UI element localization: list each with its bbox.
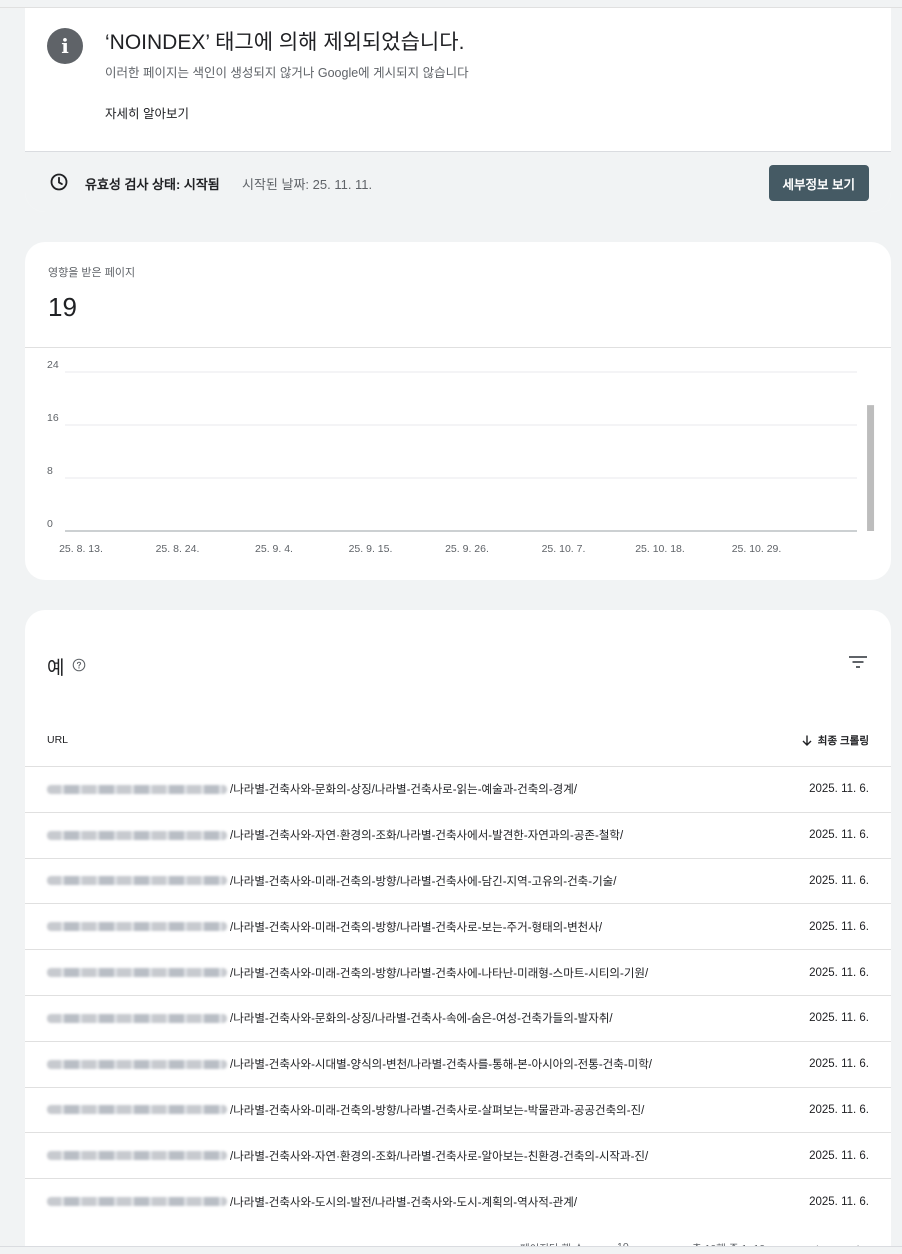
table-row[interactable]: /나라별-건축사와-미래-건축의-방향/나라별-건축사로-보는-주거-형태의-변…	[25, 903, 891, 949]
x-tick-label: 25. 10. 18.	[635, 543, 685, 555]
last-crawl-date: 2025. 11. 6.	[809, 1012, 869, 1025]
chart-bar	[867, 405, 875, 531]
x-tick-label: 25. 10. 7.	[542, 543, 586, 555]
examples-title: 예	[47, 658, 65, 679]
last-crawl-date: 2025. 11. 6.	[809, 920, 869, 933]
last-crawl-date: 2025. 11. 6.	[809, 783, 869, 796]
issue-card: i ‘NOINDEX’ 태그에 의해 제외되었습니다. 이러한 페이지는 색인이…	[25, 8, 891, 212]
issue-title: ‘NOINDEX’ 태그에 의해 제외되었습니다.	[105, 31, 465, 54]
redacted-domain	[47, 968, 227, 978]
x-tick-label: 25. 9. 26.	[445, 543, 489, 555]
affected-pages-label: 영향을 받은 페이지	[48, 267, 136, 279]
x-tick-label: 25. 9. 4.	[255, 543, 293, 555]
arrow-down-icon	[802, 735, 812, 746]
y-tick-label: 16	[47, 412, 59, 424]
chart-card: 영향을 받은 페이지 19 0 8 16 24 25. 8. 13. 25. 8. 24.…	[25, 242, 891, 580]
url-path: /나라별-건축사와-문화의-상징/나라별-건축사로-읽는-예술과-건축의-경계/	[230, 784, 578, 797]
x-tick-label: 25. 8. 13.	[59, 543, 103, 555]
validation-status: 유효성 검사 상태: 시작됨	[85, 177, 220, 192]
y-tick-label: 0	[47, 518, 53, 530]
redacted-domain	[47, 830, 227, 840]
redacted-domain	[47, 876, 227, 886]
redacted-domain	[47, 784, 227, 794]
examples-card: 예 URL 최종 크롤링 /나라별-건축사와-문화의-상징/나라별-건축사로-읽…	[25, 610, 891, 1254]
x-tick-label: 25. 9. 15.	[349, 543, 393, 555]
bottom-edge	[0, 1246, 902, 1254]
url-path: /나라별-건축사와-문화의-상징/나라별-건축사-속에-숨은-여성-건축가들의-…	[230, 1013, 613, 1026]
validation-bar: 유효성 검사 상태: 시작됨 시작된 날짜: 25. 11. 11. 세부정보 …	[25, 151, 891, 212]
url-path: /나라별-건축사와-미래-건축의-방향/나라별-건축사에-담긴-지역-고유의-건…	[230, 875, 617, 888]
last-crawl-date: 2025. 11. 6.	[809, 829, 869, 842]
last-crawl-date: 2025. 11. 6.	[809, 966, 869, 979]
redacted-domain	[47, 1151, 227, 1161]
info-icon: i	[47, 28, 83, 64]
column-header-url[interactable]: URL	[47, 734, 68, 746]
affected-pages-value: 19	[48, 292, 77, 322]
column-header-last-crawl-label: 최종 크롤링	[817, 735, 869, 747]
url-path: /나라별-건축사와-미래-건축의-방향/나라별-건축사로-살펴보는-박물관과-공…	[230, 1104, 645, 1117]
table-row[interactable]: /나라별-건축사와-문화의-상징/나라별-건축사로-읽는-예술과-건축의-경계/…	[25, 766, 891, 812]
url-path: /나라별-건축사와-자연·환경의-조화/나라별-건축사에서-발견한-자연과의-공…	[230, 830, 624, 843]
last-crawl-date: 2025. 11. 6.	[809, 1195, 869, 1208]
table-row[interactable]: /나라별-건축사와-미래-건축의-방향/나라별-건축사에-담긴-지역-고유의-건…	[25, 857, 891, 904]
x-tick-label: 25. 10. 29.	[732, 543, 782, 555]
table-row[interactable]: /나라별-건축사와-도시의-발전/나라별-건축사와-도시-계획의-역사적-관계/…	[25, 1178, 891, 1224]
y-tick-label: 8	[47, 465, 53, 477]
url-path: /나라별-건축사와-도시의-발전/나라별-건축사와-도시-계획의-역사적-관계/	[230, 1196, 578, 1209]
redacted-domain	[47, 1013, 227, 1023]
redacted-domain	[47, 1197, 227, 1207]
table-row[interactable]: /나라별-건축사와-미래-건축의-방향/나라별-건축사에-나타난-미래형-스마트…	[25, 949, 891, 995]
issue-subtitle: 이러한 페이지는 색인이 생성되지 않거나 Google에 게시되지 않습니다	[105, 66, 469, 80]
last-crawl-date: 2025. 11. 6.	[809, 874, 869, 887]
url-path: /나라별-건축사와-시대별-양식의-변천/나라별-건축사를-통해-본-아시아의-…	[230, 1059, 653, 1072]
y-tick-label: 24	[47, 359, 59, 371]
x-tick-label: 25. 8. 24.	[156, 543, 200, 555]
redacted-domain	[47, 1059, 227, 1069]
help-icon[interactable]	[72, 658, 86, 672]
url-path: /나라별-건축사와-미래-건축의-방향/나라별-건축사로-보는-주거-형태의-변…	[230, 921, 603, 934]
redacted-domain	[47, 1105, 227, 1115]
column-header-last-crawl[interactable]: 최종 크롤링	[802, 733, 869, 748]
clock-icon	[50, 173, 68, 191]
top-edge	[0, 0, 902, 8]
table-row[interactable]: /나라별-건축사와-자연·환경의-조화/나라별-건축사에서-발견한-자연과의-공…	[25, 811, 891, 858]
learn-more-link[interactable]: 자세히 알아보기	[105, 103, 189, 122]
filter-icon[interactable]	[849, 654, 867, 670]
table-row[interactable]: /나라별-건축사와-자연·환경의-조화/나라별-건축사로-알아보는-친환경-건축…	[25, 1132, 891, 1178]
last-crawl-date: 2025. 11. 6.	[809, 1103, 869, 1116]
url-path: /나라별-건축사와-자연·환경의-조화/나라별-건축사로-알아보는-친환경-건축…	[230, 1150, 649, 1163]
table-row[interactable]: /나라별-건축사와-시대별-양식의-변천/나라별-건축사를-통해-본-아시아의-…	[25, 1040, 891, 1087]
examples-table: /나라별-건축사와-문화의-상징/나라별-건축사로-읽는-예술과-건축의-경계/…	[25, 766, 891, 1224]
url-path: /나라별-건축사와-미래-건축의-방향/나라별-건축사에-나타난-미래형-스마트…	[230, 967, 649, 980]
table-row[interactable]: /나라별-건축사와-미래-건축의-방향/나라별-건축사로-살펴보는-박물관과-공…	[25, 1086, 891, 1133]
table-row[interactable]: /나라별-건축사와-문화의-상징/나라별-건축사-속에-숨은-여성-건축가들의-…	[25, 994, 891, 1041]
last-crawl-date: 2025. 11. 6.	[809, 1149, 869, 1162]
validation-start-date: 시작된 날짜: 25. 11. 11.	[242, 177, 373, 192]
redacted-domain	[47, 922, 227, 932]
affected-pages-chart: 0 8 16 24 25. 8. 13. 25. 8. 24. 25. 9. 4. 25. 9…	[47, 359, 875, 555]
last-crawl-date: 2025. 11. 6.	[809, 1058, 869, 1071]
details-button[interactable]: 세부정보 보기	[768, 165, 869, 201]
